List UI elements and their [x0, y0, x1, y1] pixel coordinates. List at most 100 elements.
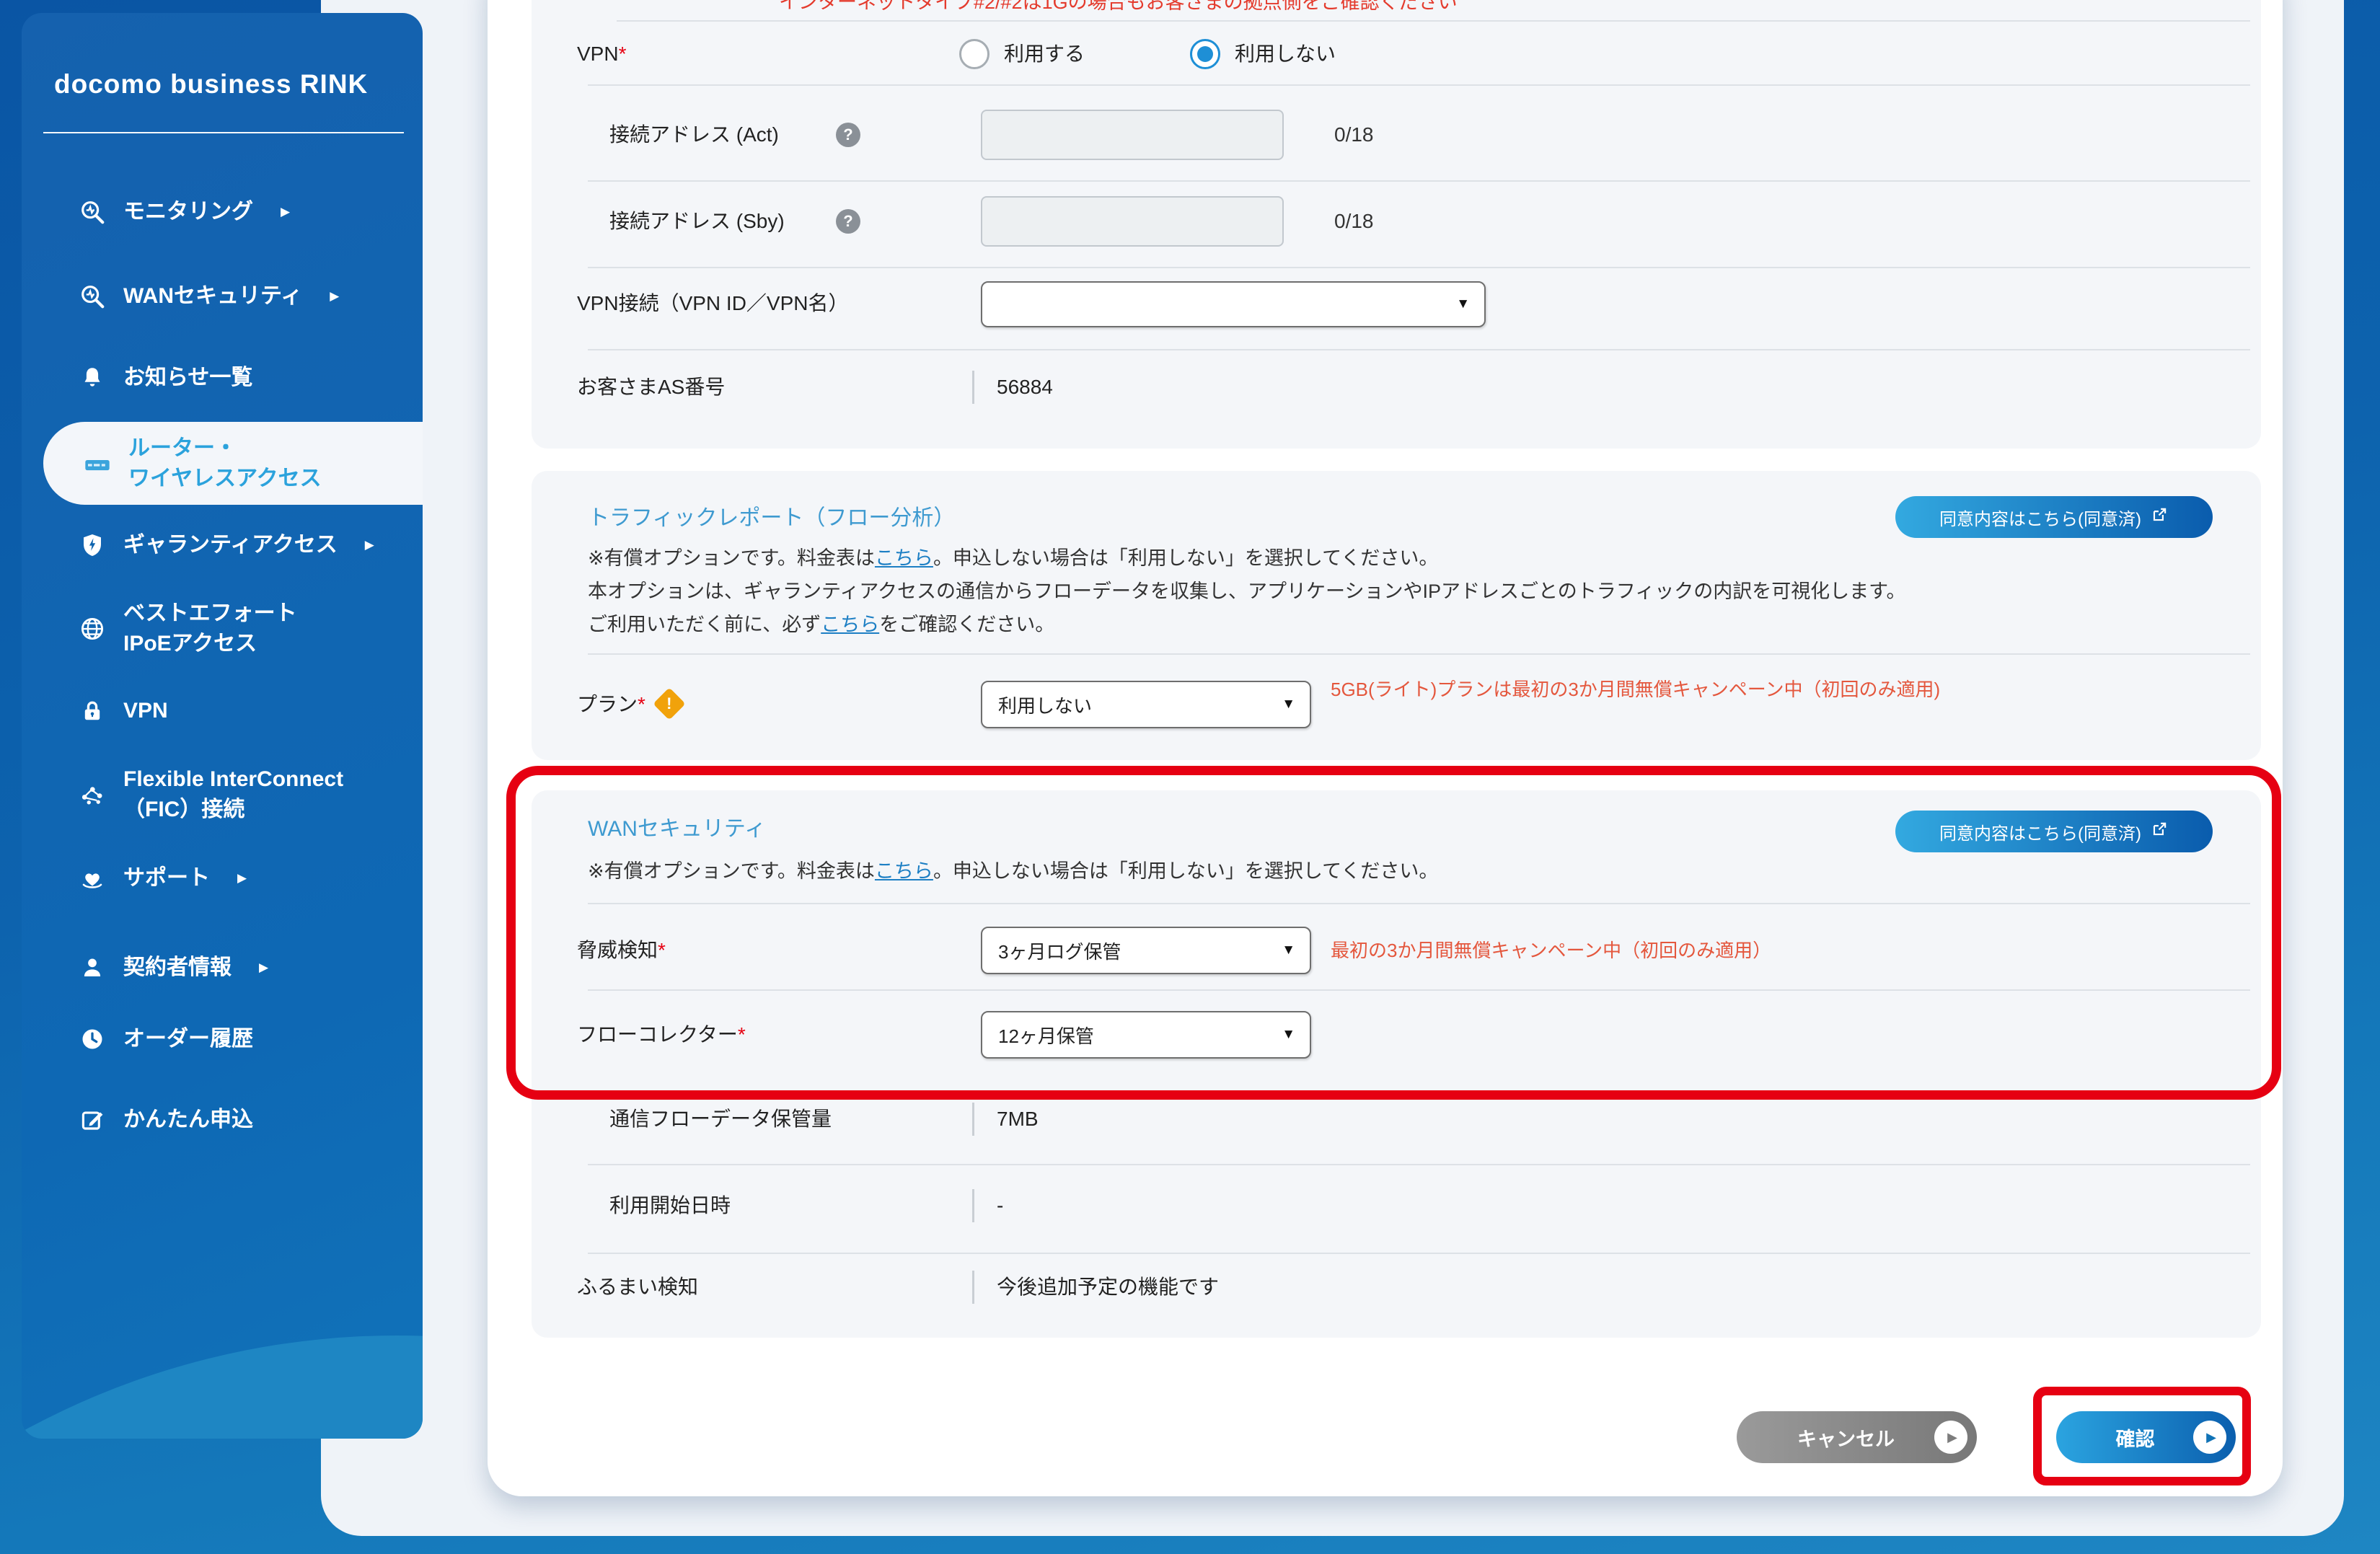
start-date-value: - [997, 1191, 1003, 1221]
sidebar-item-label: Flexible InterConnect（FIC）接続 [123, 764, 343, 825]
sidebar: docomo business RINK モニタリング ▶ WANセキュリティ ▶ お知… [22, 13, 423, 1439]
vpn-form-section [532, 0, 2261, 449]
globe-icon [76, 615, 109, 643]
sby-address-input[interactable] [981, 196, 1284, 247]
traffic-note-1: ※有償オプションです。料金表はこちら。申込しない場合は「利用しない」を選択してく… [588, 544, 1438, 572]
search-pulse-icon [76, 198, 109, 226]
vpn-no-use-radio[interactable] [1190, 39, 1220, 69]
sidebar-item-notices[interactable]: お知らせ一覧 [76, 363, 252, 393]
act-address-label: 接続アドレス (Act) [609, 120, 779, 150]
external-link-icon [2150, 506, 2169, 529]
sidebar-item-label: ルーター・ワイヤレスアクセス [128, 433, 322, 494]
cancel-button[interactable]: キャンセル ▶ [1737, 1411, 1977, 1463]
vpn-label: VPN* [577, 39, 626, 69]
sidebar-item-label: WANセキュリティ [123, 281, 302, 312]
lock-icon [76, 698, 109, 724]
vpn-use-radio[interactable] [959, 39, 990, 69]
sidebar-item-monitoring[interactable]: モニタリング ▶ [76, 197, 290, 227]
network-icon [76, 781, 109, 808]
shield-bolt-icon [76, 532, 109, 558]
play-circle-icon: ▶ [1934, 1421, 1967, 1454]
divider [588, 903, 2250, 904]
sby-address-counter: 0/18 [1334, 206, 1374, 237]
required-mark: * [738, 1023, 746, 1046]
flow-collector-select[interactable]: 12ヶ月保管 ▼ [981, 1011, 1311, 1059]
sidebar-item-best-effort-ipoe[interactable]: ベストエフォートIPoEアクセス [76, 599, 297, 659]
vpn-use-radio-label: 利用する [1004, 39, 1085, 69]
wansec-section-title: WANセキュリティ [588, 816, 766, 843]
sidebar-item-vpn[interactable]: VPN [76, 696, 168, 726]
chevron-down-icon: ▼ [1282, 697, 1295, 712]
chevron-right-icon: ▶ [281, 205, 290, 219]
threat-campaign-note: 最初の3か月間無償キャンペーン中（初回のみ適用） [1331, 937, 1771, 963]
divider [588, 653, 2250, 655]
divider [588, 84, 2250, 86]
divider [588, 180, 2250, 182]
divider [588, 989, 2250, 991]
price-table-link[interactable]: こちら [875, 547, 933, 569]
wansec-note: ※有償オプションです。料金表はこちら。申込しない場合は「利用しない」を選択してく… [588, 857, 1438, 885]
sidebar-item-contractor-info[interactable]: 契約者情報▶ [76, 953, 268, 983]
sby-address-label: 接続アドレス (Sby) [609, 206, 785, 237]
clock-icon [76, 1026, 109, 1052]
chevron-down-icon: ▼ [1456, 296, 1470, 312]
act-address-input[interactable] [981, 110, 1284, 160]
sidebar-item-easy-apply[interactable]: かんたん申込 [76, 1105, 253, 1135]
traffic-note-3: ご利用いただく前に、必ずこちらをご確認ください。 [588, 611, 1054, 638]
plan-select[interactable]: 利用しない ▼ [981, 681, 1311, 728]
traffic-section-title: トラフィックレポート（フロー分析） [588, 505, 955, 532]
plan-label: プラン* [577, 689, 645, 720]
wansec-agreement-button[interactable]: 同意内容はこちら(同意済) [1895, 811, 2213, 852]
sidebar-item-label: ベストエフォートIPoEアクセス [123, 599, 297, 659]
app-root: docomo business RINK モニタリング ▶ WANセキュリティ ▶ お知… [0, 0, 2380, 1554]
sidebar-item-support[interactable]: サポート ▶ [76, 863, 247, 893]
required-mark: * [638, 693, 645, 715]
heart-hand-icon [76, 865, 109, 892]
vpn-connect-label: VPN接続（VPN ID／VPN名） [577, 288, 849, 319]
app-title: docomo business RINK [54, 69, 368, 100]
divider [588, 1164, 2250, 1165]
play-circle-icon: ▶ [2193, 1421, 2226, 1454]
traffic-agreement-button[interactable]: 同意内容はこちら(同意済) [1895, 496, 2213, 538]
person-icon [76, 955, 109, 981]
sidebar-item-label: モニタリング [123, 197, 253, 227]
threat-detection-select[interactable]: 3ヶ月ログ保管 ▼ [981, 927, 1311, 974]
sidebar-item-label: お知らせ一覧 [123, 363, 252, 393]
traffic-note-2: 本オプションは、ギャランティアクセスの通信からフローデータを収集し、アプリケーシ… [588, 578, 1906, 605]
threat-detection-label: 脅威検知* [577, 935, 666, 966]
price-table-link[interactable]: こちら [875, 860, 933, 882]
help-icon[interactable]: ? [836, 209, 860, 234]
start-date-label: 利用開始日時 [609, 1191, 731, 1221]
value-separator [972, 1103, 974, 1136]
external-link-icon [2150, 820, 2169, 844]
router-icon [81, 449, 114, 478]
chevron-down-icon: ▼ [1282, 942, 1295, 958]
sidebar-item-guarantee-access[interactable]: ギャランティアクセス ▶ [76, 530, 374, 560]
sidebar-item-label: ギャランティアクセス [123, 530, 338, 560]
chevron-down-icon: ▼ [1282, 1027, 1295, 1043]
search-pulse-icon [76, 283, 109, 310]
chevron-right-icon: ▶ [365, 538, 374, 552]
sidebar-divider [43, 132, 404, 133]
vpn-no-use-radio-label: 利用しない [1235, 39, 1336, 69]
as-number-value: 56884 [997, 372, 1053, 402]
divider [588, 267, 2250, 268]
sidebar-item-fic[interactable]: Flexible InterConnect（FIC）接続 [76, 764, 343, 825]
vpn-connect-select[interactable]: ▼ [981, 281, 1486, 327]
sidebar-item-label: オーダー履歴 [123, 1024, 253, 1054]
divider [617, 20, 2250, 22]
help-icon[interactable]: ? [836, 123, 860, 147]
sidebar-item-wan-security[interactable]: WANセキュリティ ▶ [76, 281, 339, 312]
chevron-right-icon: ▶ [237, 871, 247, 886]
sidebar-item-router-wireless[interactable]: ルーター・ワイヤレスアクセス [43, 422, 423, 505]
sidebar-item-order-history[interactable]: オーダー履歴 [76, 1024, 253, 1054]
confirm-button[interactable]: 確認 ▶ [2056, 1411, 2236, 1463]
clipped-campaign-note: インターネットタイプ#2/#2は1Gの場合もお客さまの拠点側をご確認ください [779, 0, 1587, 11]
behavior-detection-label: ふるまい検知 [577, 1272, 698, 1302]
required-mark: * [619, 43, 627, 65]
bell-icon [76, 365, 109, 391]
chevron-right-icon: ▶ [330, 289, 339, 304]
sidebar-item-label: かんたん申込 [123, 1105, 253, 1135]
sidebar-item-label: サポート [123, 863, 210, 893]
confirm-here-link[interactable]: こちら [821, 614, 879, 635]
